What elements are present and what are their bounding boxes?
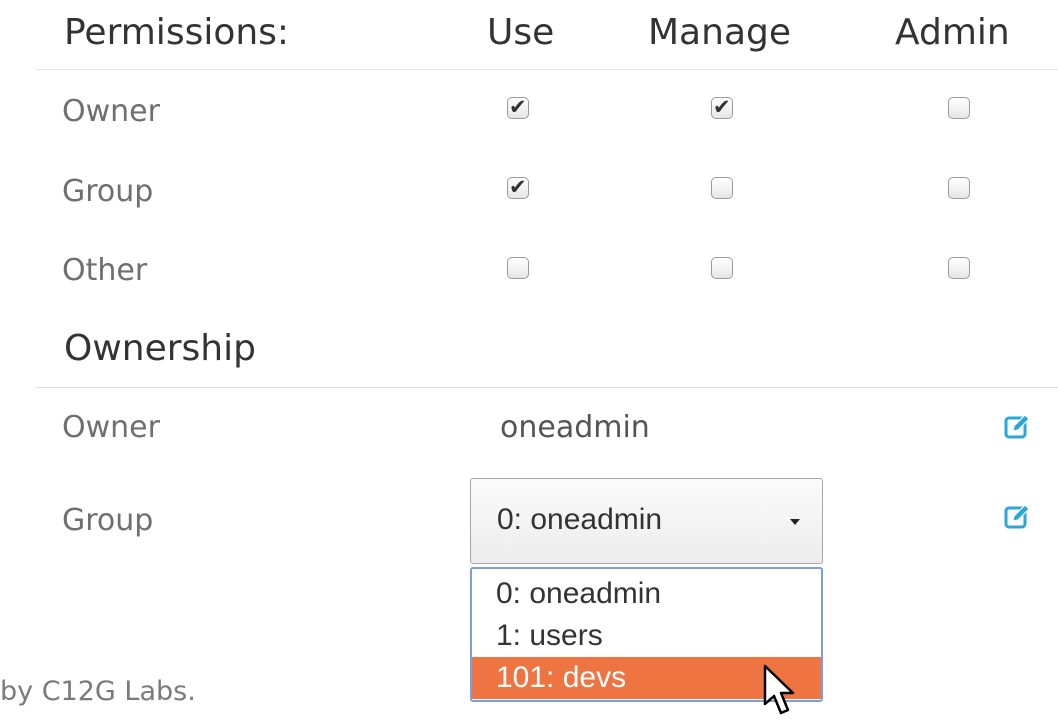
group-admin-checkbox[interactable] bbox=[948, 177, 970, 199]
row-label-group: Group bbox=[62, 174, 154, 209]
group-select-value: 0: oneadmin bbox=[497, 503, 663, 536]
row-label-owner: Owner bbox=[62, 94, 160, 129]
dropdown-option[interactable]: 1: users bbox=[472, 615, 821, 657]
edit-icon[interactable] bbox=[1004, 503, 1032, 531]
column-manage: Manage bbox=[648, 12, 791, 53]
group-use-checkbox[interactable]: ✔ bbox=[507, 175, 529, 199]
dropdown-option[interactable]: 0: oneadmin bbox=[472, 573, 821, 615]
owner-value: oneadmin bbox=[500, 410, 650, 445]
other-manage-checkbox[interactable] bbox=[711, 257, 733, 279]
owner-use-checkbox[interactable]: ✔ bbox=[507, 95, 529, 119]
owner-admin-checkbox[interactable] bbox=[948, 97, 970, 119]
column-use: Use bbox=[487, 12, 555, 53]
other-use-checkbox[interactable] bbox=[507, 257, 529, 279]
group-manage-checkbox[interactable] bbox=[711, 177, 733, 199]
permissions-title: Permissions: bbox=[64, 12, 290, 53]
column-admin: Admin bbox=[895, 12, 1010, 53]
edit-icon[interactable] bbox=[1004, 413, 1032, 441]
chevron-down-icon bbox=[790, 519, 800, 525]
ownership-title: Ownership bbox=[64, 328, 256, 369]
owner-manage-checkbox[interactable]: ✔ bbox=[711, 95, 733, 119]
group-select[interactable]: 0: oneadmin bbox=[470, 478, 823, 564]
ownership-group-label: Group bbox=[62, 503, 154, 538]
row-label-other: Other bbox=[62, 253, 148, 288]
footer-credit: by C12G Labs. bbox=[0, 676, 196, 707]
mouse-cursor-icon bbox=[763, 664, 795, 715]
ownership-owner-label: Owner bbox=[62, 410, 160, 445]
ownership-divider bbox=[36, 387, 1058, 388]
header-divider bbox=[36, 69, 1058, 70]
other-admin-checkbox[interactable] bbox=[948, 257, 970, 279]
